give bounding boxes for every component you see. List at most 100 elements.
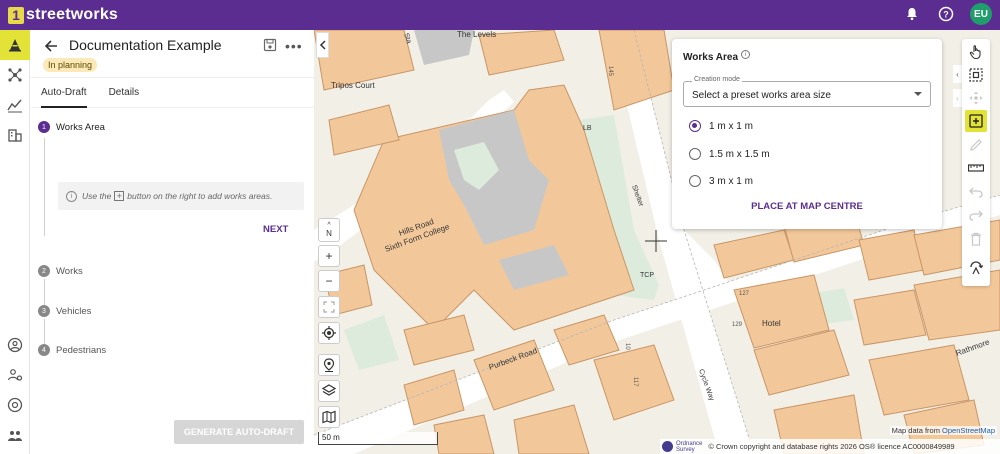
- building: [513, 404, 590, 454]
- back-arrow-icon[interactable]: [43, 38, 59, 54]
- cone-icon[interactable]: [0, 30, 30, 60]
- size-option-3x1[interactable]: 3 m x 1 m: [689, 175, 753, 187]
- zoom-out-button[interactable]: −: [318, 270, 340, 292]
- step-number: 4: [38, 344, 50, 356]
- user-icon[interactable]: [0, 330, 30, 360]
- analytics-icon[interactable]: [0, 90, 30, 120]
- hint-text-before: Use the: [82, 191, 112, 201]
- redo-icon[interactable]: [965, 204, 987, 226]
- add-box-icon[interactable]: [965, 110, 987, 132]
- fit-bounds-button[interactable]: [318, 296, 340, 318]
- trash-icon[interactable]: [965, 228, 987, 250]
- place-at-map-centre-button[interactable]: PLACE AT MAP CENTRE: [672, 201, 942, 212]
- select-area-icon[interactable]: [965, 64, 987, 86]
- layers-button[interactable]: [318, 380, 340, 402]
- openstreetmap-link[interactable]: OpenStreetMap: [942, 426, 995, 435]
- building: [853, 289, 927, 346]
- map-icon: [322, 410, 336, 424]
- step-label: Works Area: [56, 121, 105, 133]
- hand-pointer-icon[interactable]: [965, 41, 987, 63]
- building: [403, 314, 475, 366]
- step-connector: [44, 279, 45, 305]
- zoom-in-button[interactable]: +: [318, 245, 340, 267]
- tab-details[interactable]: Details: [109, 78, 150, 107]
- radio-label: 1.5 m x 1.5 m: [709, 148, 770, 160]
- tab-auto-draft[interactable]: Auto-Draft: [41, 78, 97, 108]
- os-logo-text: Ordnance Survey: [676, 441, 702, 453]
- scale-bar: 50 m: [318, 432, 438, 445]
- logo-text: streetworks: [26, 6, 119, 23]
- status-badge: In planning: [43, 58, 98, 72]
- team-icon[interactable]: [0, 420, 30, 450]
- map-label-tripos-court: Tripos Court: [331, 81, 375, 90]
- map-label-lb: LB: [583, 125, 592, 132]
- fit-bounds-icon: [323, 301, 335, 313]
- chevron-left-icon[interactable]: ‹: [953, 65, 962, 83]
- pencil-icon[interactable]: [965, 134, 987, 156]
- bell-icon[interactable]: [902, 4, 922, 24]
- map-label-117: 117: [632, 377, 638, 387]
- size-option-1-5x1-5[interactable]: 1.5 m x 1.5 m: [689, 148, 770, 160]
- ruler-icon[interactable]: [965, 157, 987, 179]
- rotate-icon[interactable]: [965, 257, 987, 279]
- step-label: Vehicles: [56, 305, 92, 317]
- locate-icon: [322, 326, 336, 340]
- step-pedestrians[interactable]: 4 Pedestrians: [38, 344, 106, 356]
- avatar[interactable]: EU: [970, 3, 992, 25]
- green-area: [344, 315, 399, 370]
- works-area-title: Works Area: [683, 52, 739, 63]
- step-vehicles[interactable]: 3 Vehicles: [38, 305, 91, 317]
- ordnance-survey-logo: [662, 441, 673, 452]
- svg-text:?: ?: [943, 10, 949, 20]
- add-box-icon: +: [114, 191, 125, 201]
- drawing-toolbar: [962, 39, 990, 286]
- radio-label: 1 m x 1 m: [709, 120, 753, 132]
- info-icon[interactable]: i: [741, 50, 750, 59]
- people-settings-icon[interactable]: [0, 360, 30, 390]
- chevron-left-icon[interactable]: ‹: [953, 89, 962, 107]
- more-icon[interactable]: •••: [285, 38, 303, 54]
- logo-mark: 1: [8, 6, 24, 24]
- move-icon[interactable]: [965, 87, 987, 109]
- copyright-text: © Crown copyright and database rights 20…: [708, 442, 955, 451]
- help-icon[interactable]: ?: [936, 4, 956, 24]
- compass-button[interactable]: ^ N: [318, 218, 340, 242]
- next-button[interactable]: NEXT: [263, 224, 288, 235]
- pin-button[interactable]: [318, 354, 340, 376]
- map-label-shelter: Shelter: [630, 184, 644, 208]
- support-icon[interactable]: [0, 390, 30, 420]
- app-logo[interactable]: 1 streetworks: [8, 6, 118, 24]
- map-label-rathmore: Rathmore: [955, 337, 992, 358]
- step-connector: [44, 138, 45, 236]
- buildings-icon[interactable]: [0, 120, 30, 150]
- generate-auto-draft-button[interactable]: GENERATE AUTO-DRAFT: [174, 420, 304, 444]
- creation-mode-label: Creation mode: [692, 76, 742, 83]
- map-label-tcp: TCP: [640, 272, 654, 279]
- creation-mode-value: Select a preset works area size: [692, 90, 831, 101]
- works-area-card: Works Area i Creation mode Select a pres…: [672, 39, 942, 229]
- size-option-1x1[interactable]: 1 m x 1 m: [689, 120, 753, 132]
- pin-icon: [323, 358, 335, 372]
- undo-icon[interactable]: [965, 181, 987, 203]
- building: [403, 369, 465, 426]
- step-connector: [44, 319, 45, 345]
- network-icon[interactable]: [0, 60, 30, 90]
- step-works-area[interactable]: 1 Works Area: [38, 121, 105, 133]
- radio-button[interactable]: [689, 175, 701, 187]
- radio-label: 3 m x 1 m: [709, 175, 753, 187]
- locate-button[interactable]: [318, 322, 340, 344]
- map-label-127: 127: [739, 291, 750, 297]
- os-logo-text-line-1: Ordnance: [676, 440, 703, 447]
- radio-button[interactable]: [689, 120, 701, 132]
- radio-button[interactable]: [689, 148, 701, 160]
- map-label-145: 145: [607, 66, 613, 77]
- map-label-the-levels: The Levels: [457, 30, 496, 39]
- basemap-button[interactable]: [318, 406, 340, 428]
- step-number: 1: [38, 121, 50, 133]
- collapse-panel-button[interactable]: [316, 32, 329, 58]
- map-label-hotel: Hotel: [762, 319, 781, 328]
- creation-mode-select[interactable]: Creation mode Select a preset works area…: [683, 76, 931, 107]
- layers-icon: [322, 384, 336, 396]
- step-works[interactable]: 2 Works: [38, 265, 83, 277]
- save-icon[interactable]: [263, 38, 277, 52]
